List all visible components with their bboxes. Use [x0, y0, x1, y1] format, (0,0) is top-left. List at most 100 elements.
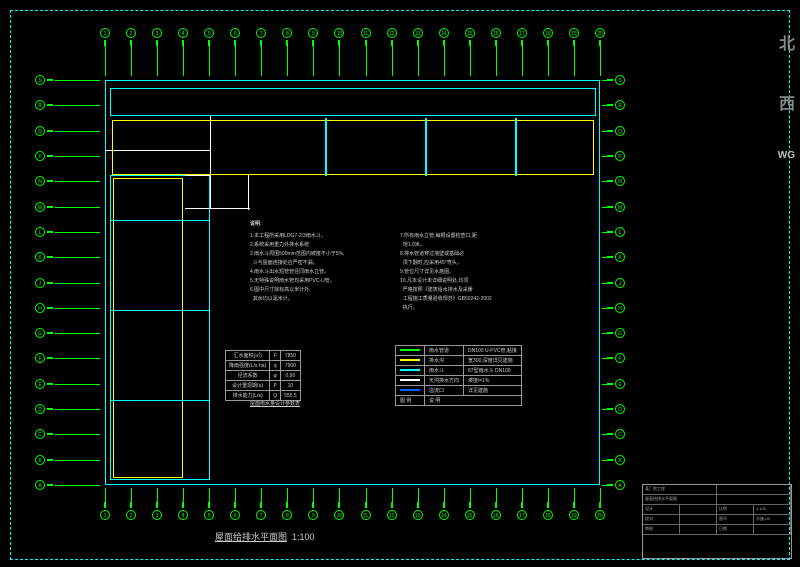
grid-bubble-left-G: G [35, 328, 45, 338]
grid-bubble-bottom-10: 10 [334, 510, 344, 520]
grid-bubble-right-Q: Q [615, 126, 625, 136]
grid-bubble-top-10: 10 [334, 28, 344, 38]
drawing-bottom-label: 屋面给排水平面图 1:100 [215, 530, 315, 543]
legend-swatch-1 [400, 359, 420, 361]
grid-bubble-left-B: B [35, 455, 45, 465]
grid-bubble-right-S: S [615, 75, 625, 85]
grid-bubble-bottom-20: 20 [595, 510, 605, 520]
grid-bubble-right-E: E [615, 379, 625, 389]
zone-upper-outer [110, 88, 596, 116]
grid-bubble-right-H: H [615, 303, 625, 313]
grid-bubble-bottom-13: 13 [413, 510, 423, 520]
legend-table: 雨水管道DN100 U-PVC管,粘接排水沟宽300,深度详见建施雨水斗87型雨… [395, 345, 522, 406]
grid-bubble-top-18: 18 [543, 28, 553, 38]
grid-bubble-left-F: F [35, 353, 45, 363]
legend-footer-1: 图 例 [396, 396, 425, 406]
grid-bubble-top-15: 15 [465, 28, 475, 38]
grid-bubble-top-11: 11 [361, 28, 371, 38]
grid-bubble-bottom-15: 15 [465, 510, 475, 520]
grid-bubble-right-M: M [615, 202, 625, 212]
grid-bubble-bottom-17: 17 [517, 510, 527, 520]
grid-bubble-bottom-6: 6 [230, 510, 240, 520]
grid-bubble-bottom-1: 1 [100, 510, 110, 520]
grid-bubble-top-7: 7 [256, 28, 266, 38]
grid-bubble-right-J: J [615, 278, 625, 288]
param-table-title: 屋面雨水量设计参数表 [250, 400, 300, 409]
grid-bubble-top-8: 8 [282, 28, 292, 38]
grid-bubble-left-L: L [35, 227, 45, 237]
grid-bubble-top-4: 4 [178, 28, 188, 38]
grid-bubble-bottom-11: 11 [361, 510, 371, 520]
grid-bubble-bottom-18: 18 [543, 510, 553, 520]
grid-bubble-top-19: 19 [569, 28, 579, 38]
watermark-west: 西 [779, 90, 795, 114]
param-table: 汇水面积(㎡)F7850降雨强度(L/s·ha)q7900径流系数φ0.90设计… [225, 350, 301, 401]
grid-bubble-left-E: E [35, 379, 45, 389]
grid-bubble-top-20: 20 [595, 28, 605, 38]
step-1 [185, 175, 210, 176]
grid-bubble-bottom-14: 14 [439, 510, 449, 520]
title-block: 某厂房工程 屋面给排水平面图 设计比例1:100 校对图号水施-03 审核日期 [642, 484, 792, 559]
grid-bubble-top-1: 1 [100, 28, 110, 38]
grid-bubble-top-3: 3 [152, 28, 162, 38]
step-2 [210, 150, 211, 208]
grid-bubble-right-N: N [615, 176, 625, 186]
grid-bubble-top-16: 16 [491, 28, 501, 38]
step-4 [248, 175, 249, 210]
param-row-4: 排水能力(L/s)Q555.5 [226, 391, 301, 401]
notes-left: 1.本工程所采用LDG7-2/3雨水斗。 2.系统采用重力外排水系统 3.雨水斗… [250, 232, 344, 304]
legend-footer-2: 说 明 [425, 396, 522, 406]
grid-bubble-right-L: L [615, 227, 625, 237]
notes-heading: 说明: [250, 220, 262, 229]
zone-left-div2 [110, 310, 210, 311]
zone-left-div1 [110, 220, 210, 221]
grid-bubble-top-9: 9 [308, 28, 318, 38]
legend-swatch-3 [400, 379, 420, 381]
legend-swatch-4 [400, 389, 420, 391]
param-row-2: 径流系数φ0.90 [226, 371, 301, 381]
zone-left-yellow [113, 178, 183, 478]
grid-bubble-left-N: N [35, 176, 45, 186]
legend-swatch-2 [400, 369, 420, 371]
grid-bubble-bottom-9: 9 [308, 510, 318, 520]
grid-bubble-left-R: R [35, 100, 45, 110]
legend-row-4: 溢流口详见建施 [396, 386, 522, 396]
grid-bubble-right-F: F [615, 353, 625, 363]
grid-bubble-bottom-4: 4 [178, 510, 188, 520]
grid-bubble-bottom-8: 8 [282, 510, 292, 520]
grid-bubble-top-5: 5 [204, 28, 214, 38]
grid-bubble-bottom-19: 19 [569, 510, 579, 520]
grid-bubble-right-K: K [615, 252, 625, 262]
watermark-wg: WG [778, 150, 795, 161]
grid-bubble-right-D: D [615, 404, 625, 414]
grid-bubble-bottom-7: 7 [256, 510, 266, 520]
legend-row-1: 排水沟宽300,深度详见建施 [396, 356, 522, 366]
grid-bubble-top-13: 13 [413, 28, 423, 38]
grid-bubble-left-P: P [35, 151, 45, 161]
zone-upper-yellow [112, 120, 594, 175]
grid-bubble-top-6: 6 [230, 28, 240, 38]
param-row-1: 降雨强度(L/s·ha)q7900 [226, 361, 301, 371]
grid-bubble-right-C: C [615, 429, 625, 439]
grid-bubble-left-M: M [35, 202, 45, 212]
legend-swatch-0 [400, 349, 420, 351]
grid-bubble-bottom-3: 3 [152, 510, 162, 520]
legend-row-2: 雨水斗87型雨水斗 DN100 [396, 366, 522, 376]
grid-bubble-bottom-16: 16 [491, 510, 501, 520]
zone-div-1 [325, 118, 327, 176]
grid-bubble-right-B: B [615, 455, 625, 465]
grid-bubble-left-K: K [35, 252, 45, 262]
legend-row-0: 雨水管道DN100 U-PVC管,粘接 [396, 346, 522, 356]
grid-bubble-left-D: D [35, 404, 45, 414]
grid-bubble-right-R: R [615, 100, 625, 110]
grid-bubble-top-17: 17 [517, 28, 527, 38]
watermark-north: 北 [779, 30, 795, 54]
grid-bubble-right-A: A [615, 480, 625, 490]
param-row-0: 汇水面积(㎡)F7850 [226, 351, 301, 361]
grid-bubble-top-12: 12 [387, 28, 397, 38]
grid-bubble-left-Q: Q [35, 126, 45, 136]
grid-bubble-top-2: 2 [126, 28, 136, 38]
param-row-3: 设计重现期(a)P10 [226, 381, 301, 391]
grid-bubble-bottom-5: 5 [204, 510, 214, 520]
grid-bubble-right-P: P [615, 151, 625, 161]
